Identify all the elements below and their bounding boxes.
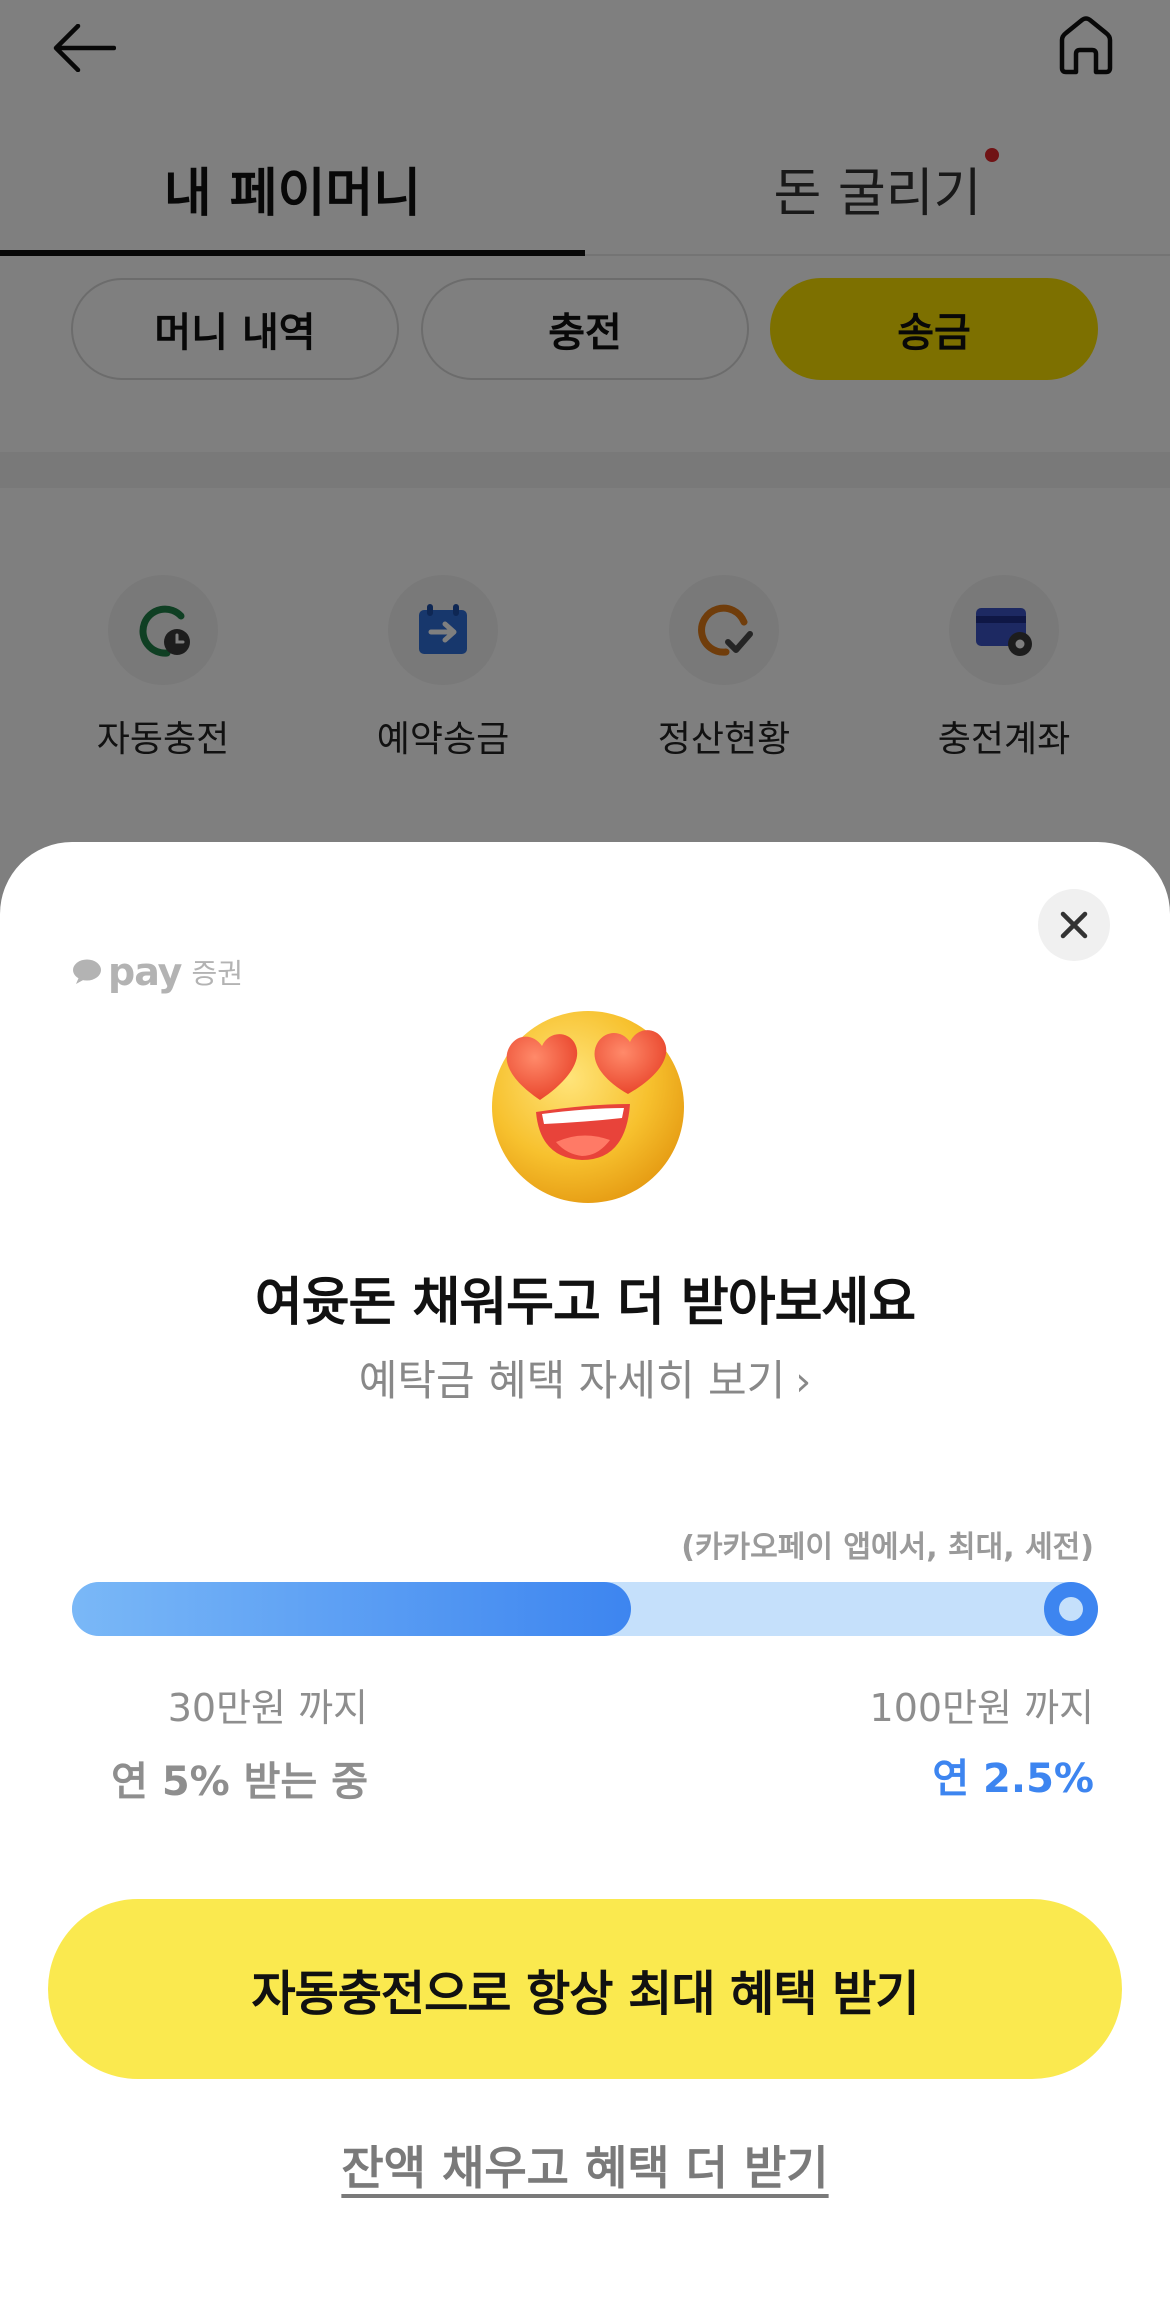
speech-bubble-icon xyxy=(73,959,101,984)
current-level: 30만원 까지 연 5% 받는 중 xyxy=(111,1677,368,1805)
heart-eyes-emoji-icon xyxy=(492,1011,684,1203)
target-level: 100만원 까지 연 2.5% xyxy=(794,1677,1094,1804)
kakaopay-securities-logo: pay 증권 xyxy=(72,950,243,994)
top-up-balance-link[interactable]: 잔액 채우고 혜택 더 받기 xyxy=(0,2132,1170,2198)
bottom-sheet: pay 증권 여윳돈 채워두고 더 받아보세요 예탁금 혜택 자세히 보기 › (… xyxy=(0,842,1170,2315)
close-button[interactable] xyxy=(1038,889,1110,961)
brand-pay: pay xyxy=(108,950,182,994)
target-level-limit: 100만원 까지 xyxy=(869,1686,1094,1730)
benefit-detail-link[interactable]: 예탁금 혜택 자세히 보기 › xyxy=(0,1347,1170,1408)
benefit-note: (카카오페이 앱에서, 최대, 세전) xyxy=(681,1530,1094,1565)
brand-securities: 증권 xyxy=(191,957,243,990)
chevron-right-icon: › xyxy=(795,1359,812,1405)
benefit-progress-fill xyxy=(72,1582,632,1636)
sheet-title: 여윳돈 채워두고 더 받아보세요 xyxy=(254,1273,916,1333)
benefit-detail-label: 예탁금 혜택 자세히 보기 xyxy=(358,1356,786,1405)
auto-charge-cta-button[interactable]: 자동충전으로 항상 최대 혜택 받기 xyxy=(48,1899,1122,2079)
progress-target-knob xyxy=(1044,1582,1098,1636)
target-level-rate: 연 2.5% xyxy=(932,1756,1094,1802)
current-level-rate: 연 5% 받는 중 xyxy=(111,1759,368,1805)
current-level-limit: 30만원 까지 xyxy=(167,1686,368,1730)
top-up-balance-label: 잔액 채우고 혜택 더 받기 xyxy=(341,2141,829,2195)
close-icon xyxy=(1060,911,1088,939)
benefit-progress-bar xyxy=(72,1582,1098,1636)
